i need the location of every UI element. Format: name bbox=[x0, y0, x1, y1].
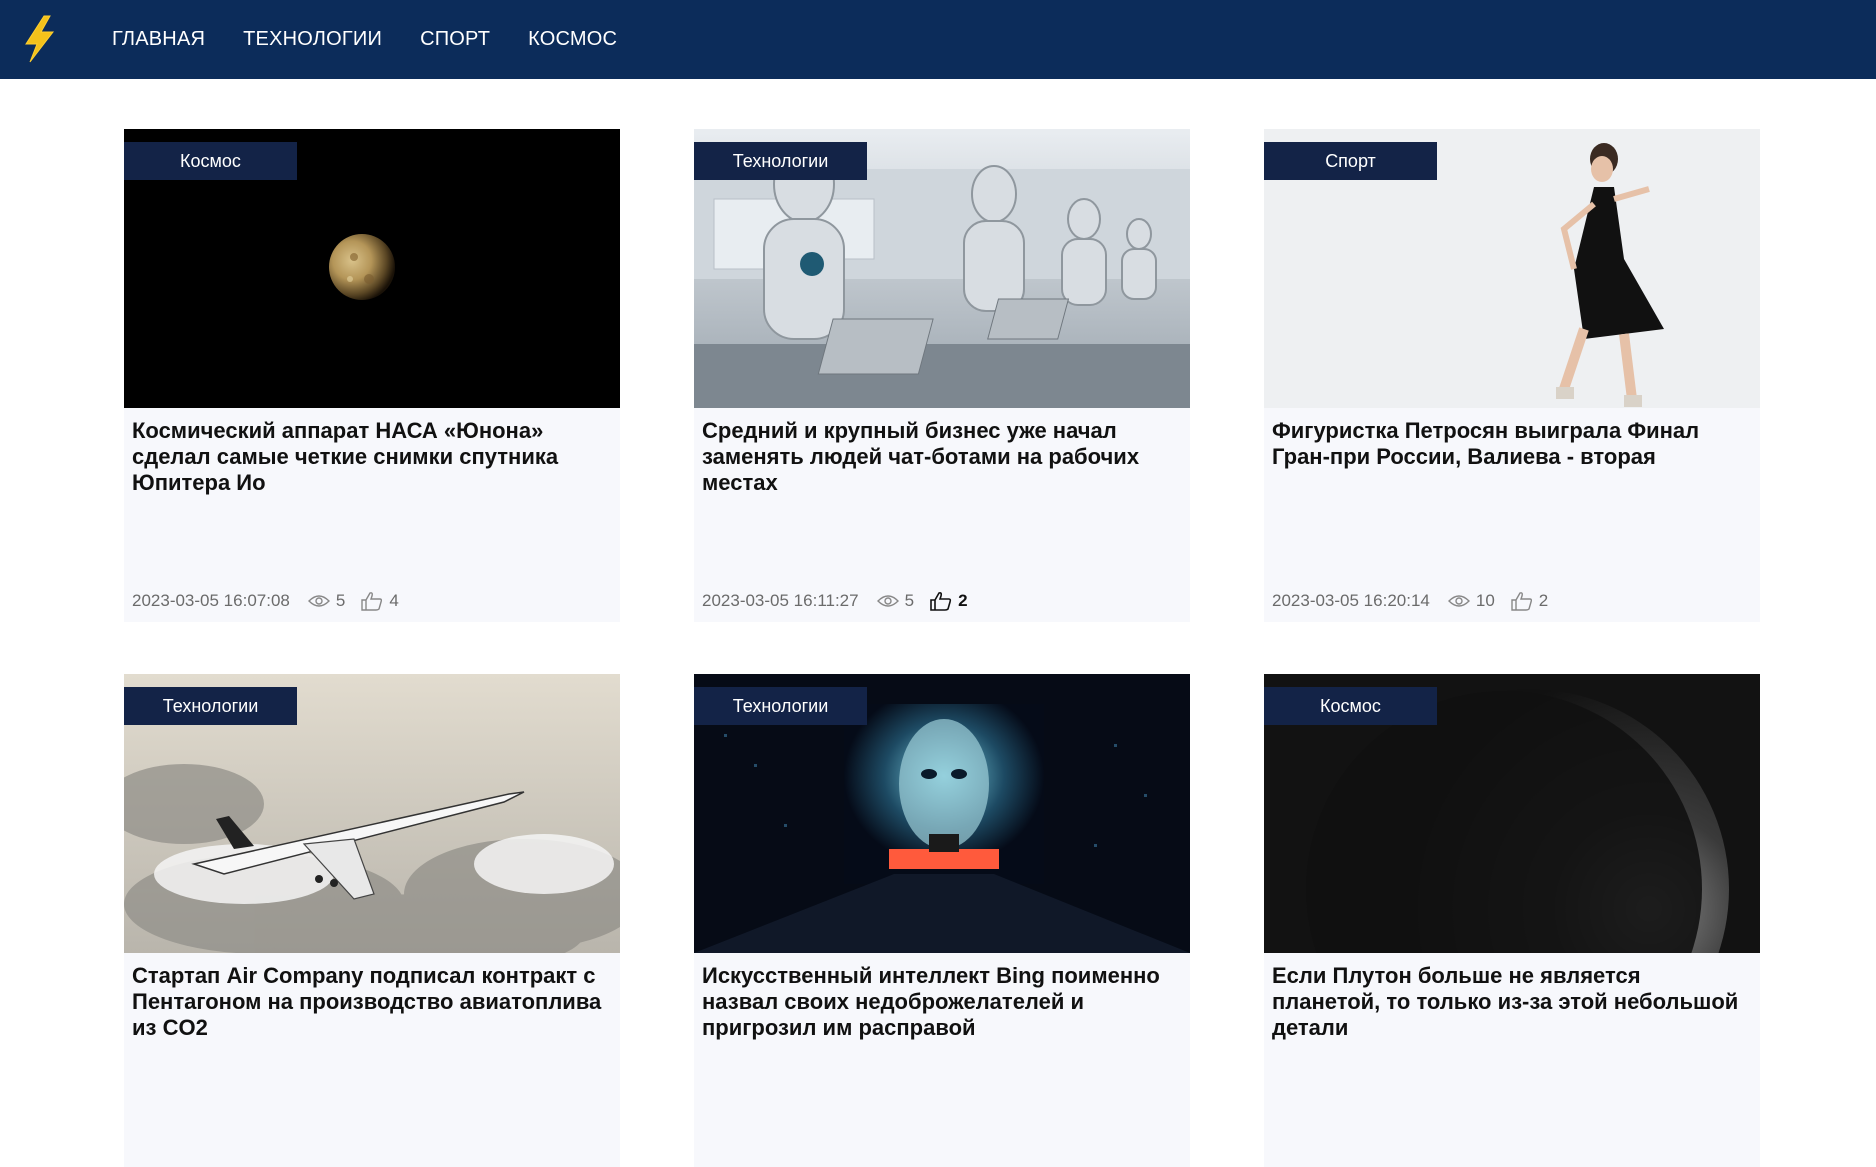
views-count: 5 bbox=[904, 591, 915, 610]
category-tag[interactable]: Технологии bbox=[694, 142, 867, 180]
news-card[interactable]: Спорт Фигуристка Петросян выиграла Финал… bbox=[1264, 129, 1760, 622]
category-tag[interactable]: Технологии bbox=[694, 687, 867, 725]
eye-icon bbox=[307, 594, 330, 608]
news-card[interactable]: Технологии Средний и крупный бизнес уже … bbox=[694, 129, 1190, 622]
views-count: 10 bbox=[1475, 591, 1495, 610]
nav-link-technology[interactable]: ТЕХНОЛОГИИ bbox=[243, 28, 382, 51]
nav-link-sport[interactable]: СПОРТ bbox=[420, 28, 490, 51]
card-title[interactable]: Если Плутон больше не является планетой,… bbox=[1272, 963, 1754, 1041]
card-image-robots[interactable]: Технологии bbox=[694, 129, 1190, 408]
card-image-dark-planet[interactable]: Космос bbox=[1264, 674, 1760, 953]
nav-link-home[interactable]: ГЛАВНАЯ bbox=[112, 28, 205, 51]
card-meta: 2023-03-05 16:20:14 10 2 bbox=[1272, 591, 1548, 611]
eye-icon bbox=[1447, 594, 1470, 608]
card-image-skater[interactable]: Спорт bbox=[1264, 129, 1760, 408]
category-tag[interactable]: Технологии bbox=[124, 687, 297, 725]
nav-link-space[interactable]: КОСМОС bbox=[528, 28, 617, 51]
top-navigation-bar: ГЛАВНАЯ ТЕХНОЛОГИИ СПОРТ КОСМОС bbox=[0, 0, 1876, 79]
thumbs-up-icon[interactable] bbox=[1511, 591, 1533, 611]
card-title[interactable]: Искусственный интеллект Bing поименно на… bbox=[702, 963, 1184, 1041]
news-card[interactable]: Космос Космический аппарат НАСА «Юнона» … bbox=[124, 129, 620, 622]
publish-date: 2023-03-05 16:07:08 bbox=[132, 591, 290, 610]
card-meta: 2023-03-05 16:07:08 5 4 bbox=[132, 591, 399, 611]
card-meta: 2023-03-05 16:11:27 5 2 bbox=[702, 591, 968, 611]
card-image-io-moon[interactable]: Космос bbox=[124, 129, 620, 408]
thumbs-up-icon[interactable] bbox=[361, 591, 383, 611]
eye-icon bbox=[876, 594, 899, 608]
news-card[interactable]: Технологии Стартап Air Company подписал … bbox=[124, 674, 620, 1167]
publish-date: 2023-03-05 16:11:27 bbox=[702, 591, 859, 610]
lightning-bolt-icon[interactable] bbox=[20, 14, 60, 64]
news-card[interactable]: Космос Если Плутон больше не является пл… bbox=[1264, 674, 1760, 1167]
card-image-supersonic-jet[interactable]: Технологии bbox=[124, 674, 620, 953]
card-title[interactable]: Средний и крупный бизнес уже начал замен… bbox=[702, 418, 1184, 496]
category-tag[interactable]: Космос bbox=[124, 142, 297, 180]
category-tag[interactable]: Космос bbox=[1264, 687, 1437, 725]
category-tag[interactable]: Спорт bbox=[1264, 142, 1437, 180]
card-title[interactable]: Космический аппарат НАСА «Юнона» сделал … bbox=[132, 418, 614, 496]
card-image-ai-face[interactable]: Технологии bbox=[694, 674, 1190, 953]
card-title[interactable]: Стартап Air Company подписал контракт с … bbox=[132, 963, 614, 1041]
publish-date: 2023-03-05 16:20:14 bbox=[1272, 591, 1430, 610]
news-card[interactable]: Технологии Искусственный интеллект Bing … bbox=[694, 674, 1190, 1167]
likes-count: 4 bbox=[389, 591, 399, 610]
card-title[interactable]: Фигуристка Петросян выиграла Финал Гран-… bbox=[1272, 418, 1754, 470]
thumbs-up-icon[interactable] bbox=[930, 591, 952, 611]
views-count: 5 bbox=[335, 591, 346, 610]
main-nav: ГЛАВНАЯ ТЕХНОЛОГИИ СПОРТ КОСМОС bbox=[112, 0, 655, 79]
likes-count: 2 bbox=[1538, 591, 1549, 610]
likes-count: 2 bbox=[958, 591, 968, 610]
